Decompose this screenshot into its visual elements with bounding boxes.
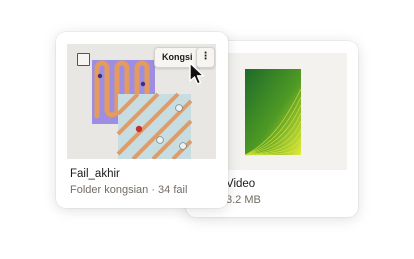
file-meta: Folder kongsian · 34 fail <box>70 184 188 196</box>
select-checkbox[interactable] <box>77 53 90 66</box>
file-card-folder[interactable]: Kongsi ⋮ Fail_akhir Folder kongsian · 34… <box>56 32 228 208</box>
mouse-cursor-icon <box>189 62 205 85</box>
file-name[interactable]: Video <box>226 178 255 190</box>
file-size: 3.2 MB <box>226 194 261 206</box>
gradient-wave-icon <box>244 69 302 156</box>
video-thumbnail <box>214 53 347 170</box>
file-name[interactable]: Fail_akhir <box>70 168 120 180</box>
